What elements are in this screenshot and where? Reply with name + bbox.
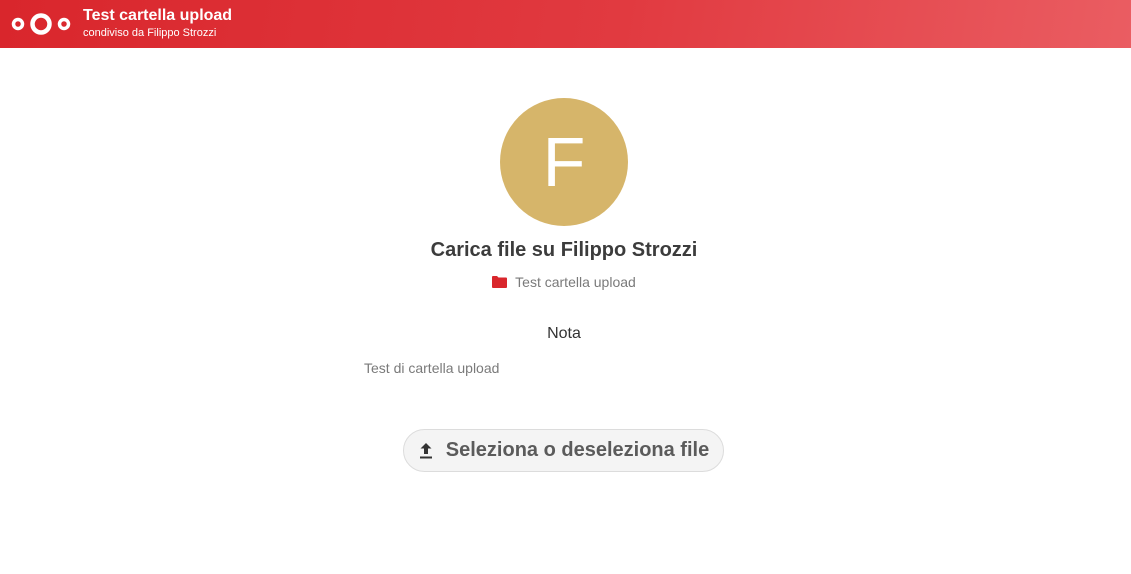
note-text: Test di cartella upload [364, 360, 500, 376]
main-content: F Carica file su Filippo Strozzi Test ca… [0, 48, 1131, 574]
folder-row: Test cartella upload [0, 274, 1128, 290]
upload-icon [419, 442, 432, 458]
header-bar: Test cartella upload condiviso da Filipp… [0, 0, 1131, 48]
header-title: Test cartella upload [83, 7, 233, 24]
note-heading: Nota [547, 325, 581, 342]
nextcloud-logo-icon[interactable] [10, 12, 72, 36]
select-files-button[interactable]: Seleziona o deseleziona file [403, 429, 724, 472]
header-text: Test cartella upload condiviso da Filipp… [83, 7, 232, 40]
folder-icon [492, 276, 508, 288]
header-subtitle: condiviso da Filippo Strozzi [83, 27, 217, 39]
select-files-button-label: Seleziona o deseleziona file [445, 439, 710, 461]
folder-name: Test cartella upload [515, 274, 636, 290]
avatar: F [500, 98, 628, 226]
page-title: Carica file su Filippo Strozzi [430, 239, 698, 261]
